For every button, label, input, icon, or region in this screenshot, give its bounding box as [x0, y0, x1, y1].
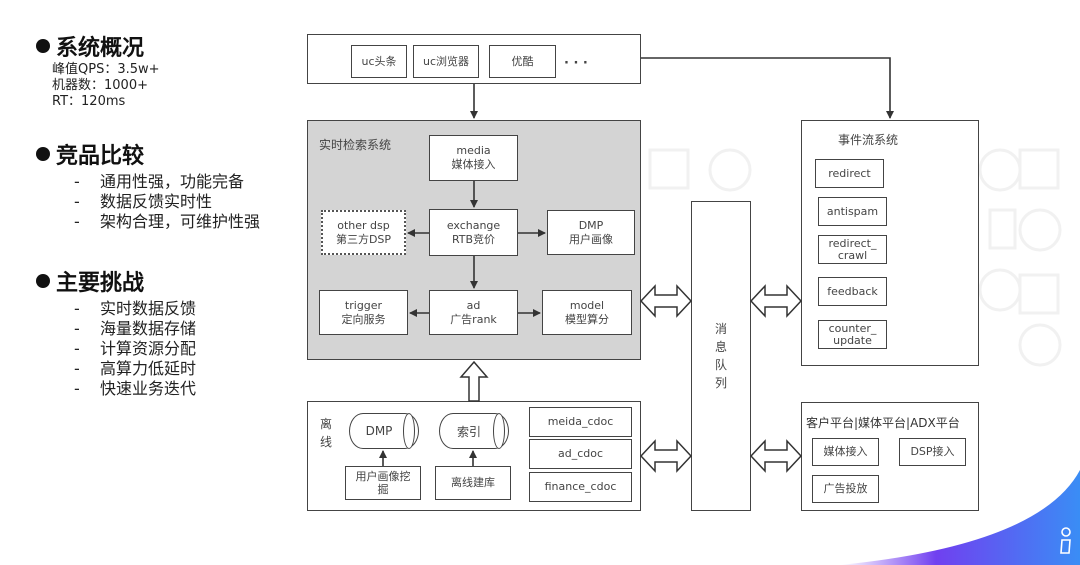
- double-arrow-queue-platforms: [749, 439, 803, 473]
- double-arrow-queue-event: [749, 284, 803, 318]
- double-arrow-offline-queue: [639, 439, 693, 473]
- diagram-connectors: [379, 57, 894, 473]
- double-arrow-realtime-queue: [639, 284, 693, 318]
- hollow-arrow-offline-to-realtime: [459, 360, 489, 402]
- arrow-sources-to-event-stream: [641, 57, 894, 119]
